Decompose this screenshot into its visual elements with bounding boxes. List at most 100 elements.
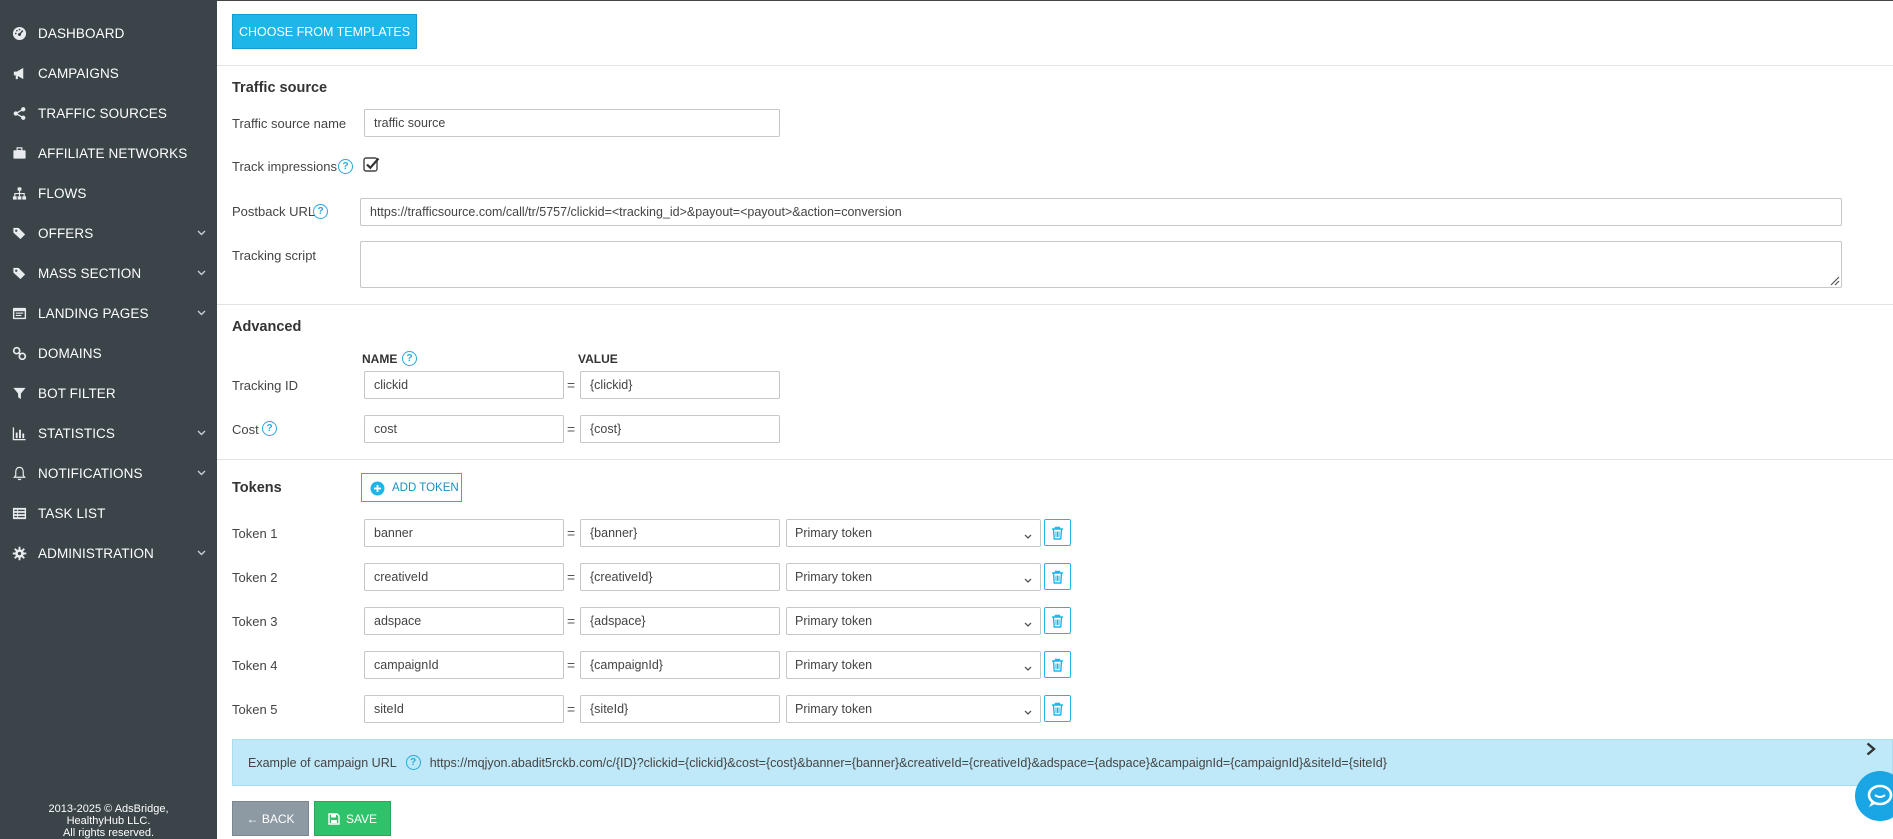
example-url-value: https://mqjyon.abadit5rckb.com/c/{ID}?cl… bbox=[429, 755, 1387, 770]
chevron-down-icon bbox=[196, 308, 206, 318]
track-impressions-label: Track impressions bbox=[232, 159, 337, 174]
sidebar-item-statistics[interactable]: STATISTICS bbox=[0, 413, 217, 453]
track-impressions-checkbox[interactable] bbox=[363, 156, 380, 173]
token-name-input[interactable]: adspace bbox=[364, 607, 564, 635]
token-type-select[interactable]: Primary token bbox=[786, 607, 1041, 635]
sidebar-item-label: OFFERS bbox=[38, 225, 94, 241]
token-value-input[interactable]: {creativeId} bbox=[580, 563, 780, 591]
sidebar-item-label: NOTIFICATIONS bbox=[38, 465, 143, 481]
tokens-title: Tokens bbox=[232, 480, 282, 496]
choose-templates-button[interactable]: CHOOSE FROM TEMPLATES bbox=[232, 14, 417, 49]
sidebar-item-affiliate-networks[interactable]: AFFILIATE NETWORKS bbox=[0, 133, 217, 173]
help-icon[interactable]: ? bbox=[262, 421, 277, 436]
trash-icon bbox=[1052, 658, 1063, 672]
dashboard-icon bbox=[11, 25, 27, 41]
token-type-value: Primary token bbox=[795, 526, 873, 540]
name-column-header: NAME bbox=[362, 352, 398, 366]
token-name-input[interactable]: creativeId bbox=[364, 563, 564, 591]
token-value-input[interactable]: {banner} bbox=[580, 519, 780, 547]
equals-sign: = bbox=[567, 613, 576, 629]
traffic-source-name-input[interactable]: traffic source bbox=[364, 109, 780, 137]
tracking-id-value-input[interactable]: {clickid} bbox=[580, 371, 780, 399]
tracking-script-textarea[interactable] bbox=[360, 241, 1842, 288]
company-text: HealthyHub LLC. bbox=[66, 815, 151, 827]
cost-label: Cost bbox=[232, 422, 259, 437]
trash-icon bbox=[1052, 526, 1063, 540]
sidebar-item-label: FLOWS bbox=[38, 185, 87, 201]
chevron-down-icon bbox=[196, 468, 206, 478]
sidebar-item-administration[interactable]: ADMINISTRATION bbox=[0, 533, 217, 573]
token-value-input[interactable]: {siteId} bbox=[580, 695, 780, 723]
traffic-source-name-label: Traffic source name bbox=[232, 116, 347, 131]
back-button[interactable]: ← BACK bbox=[232, 801, 309, 836]
add-token-label: ADD TOKEN bbox=[392, 481, 459, 494]
help-icon[interactable]: ? bbox=[338, 159, 353, 174]
tags-icon bbox=[11, 265, 27, 281]
token-type-select[interactable]: Primary token bbox=[786, 695, 1041, 723]
delete-token-button[interactable] bbox=[1044, 695, 1071, 722]
sidebar-item-campaigns[interactable]: CAMPAIGNS bbox=[0, 53, 217, 93]
sidebar-item-flows[interactable]: FLOWS bbox=[0, 173, 217, 213]
chevron-down-icon bbox=[1024, 529, 1032, 543]
sidebar-item-label: ADMINISTRATION bbox=[38, 545, 154, 561]
chat-launcher-button[interactable] bbox=[1855, 771, 1893, 821]
delete-token-button[interactable] bbox=[1044, 651, 1071, 678]
bell-icon bbox=[11, 465, 27, 481]
sidebar-item-offers[interactable]: OFFERS bbox=[0, 213, 217, 253]
help-icon[interactable]: ? bbox=[402, 351, 417, 366]
chevron-down-icon bbox=[1024, 661, 1032, 675]
floppy-icon bbox=[328, 812, 340, 825]
token-type-select[interactable]: Primary token bbox=[786, 519, 1041, 547]
sidebar-item-notifications[interactable]: NOTIFICATIONS bbox=[0, 453, 217, 493]
chevron-down-icon bbox=[196, 228, 206, 238]
token-name-input[interactable]: campaignId bbox=[364, 651, 564, 679]
sidebar-footer: 2013-2025 © AdsBridge, HealthyHub LLC. A… bbox=[0, 803, 217, 839]
help-icon[interactable]: ? bbox=[405, 755, 421, 770]
divider bbox=[217, 459, 1893, 460]
sidebar-item-mass-section[interactable]: MASS SECTION bbox=[0, 253, 217, 293]
checkbox-checked-icon bbox=[363, 157, 380, 172]
sidebar-item-domains[interactable]: DOMAINS bbox=[0, 333, 217, 373]
token-value-input[interactable]: {adspace} bbox=[580, 607, 780, 635]
sidebar: DASHBOARD CAMPAIGNS TRAFFIC SOURCES AFFI… bbox=[0, 0, 217, 839]
token-name-input[interactable]: siteId bbox=[364, 695, 564, 723]
token-name-input[interactable]: banner bbox=[364, 519, 564, 547]
divider bbox=[217, 65, 1893, 66]
share-icon bbox=[11, 105, 27, 121]
sidebar-item-label: TRAFFIC SOURCES bbox=[38, 105, 168, 121]
cost-value-input[interactable]: {cost} bbox=[580, 415, 780, 443]
equals-sign: = bbox=[567, 377, 576, 393]
resize-handle-icon[interactable] bbox=[1829, 274, 1840, 286]
token-type-select[interactable]: Primary token bbox=[786, 651, 1041, 679]
delete-token-button[interactable] bbox=[1044, 563, 1071, 590]
token-value-input[interactable]: {campaignId} bbox=[580, 651, 780, 679]
chevron-down-icon bbox=[196, 428, 206, 438]
trash-icon bbox=[1052, 702, 1063, 716]
sidebar-item-dashboard[interactable]: DASHBOARD bbox=[0, 13, 217, 53]
chevron-down-icon bbox=[1024, 573, 1032, 587]
token-type-value: Primary token bbox=[795, 658, 873, 672]
token-label: Token 4 bbox=[232, 658, 278, 673]
token-type-select[interactable]: Primary token bbox=[786, 563, 1041, 591]
postback-url-input[interactable]: https://trafficsource.com/call/tr/5757/c… bbox=[360, 198, 1842, 226]
cost-name-input[interactable]: cost bbox=[364, 415, 564, 443]
token-label: Token 1 bbox=[232, 526, 278, 541]
link-icon bbox=[11, 345, 27, 361]
help-icon[interactable]: ? bbox=[313, 204, 328, 219]
chevron-right-icon[interactable] bbox=[1865, 742, 1877, 756]
equals-sign: = bbox=[567, 657, 576, 673]
delete-token-button[interactable] bbox=[1044, 607, 1071, 634]
sidebar-item-bot-filter[interactable]: BOT FILTER bbox=[0, 373, 217, 413]
divider bbox=[217, 304, 1893, 305]
delete-token-button[interactable] bbox=[1044, 519, 1071, 546]
sidebar-item-task-list[interactable]: TASK LIST bbox=[0, 493, 217, 533]
equals-sign: = bbox=[567, 421, 576, 437]
add-token-button[interactable]: ADD TOKEN bbox=[361, 473, 462, 502]
equals-sign: = bbox=[567, 569, 576, 585]
save-button[interactable]: SAVE bbox=[314, 801, 391, 836]
copyright-text: 2013-2025 © AdsBridge, bbox=[48, 803, 169, 815]
example-url-label: Example of campaign URL bbox=[248, 755, 397, 770]
sidebar-item-traffic-sources[interactable]: TRAFFIC SOURCES bbox=[0, 93, 217, 133]
sidebar-item-landing-pages[interactable]: LANDING PAGES bbox=[0, 293, 217, 333]
tracking-id-name-input[interactable]: clickid bbox=[364, 371, 564, 399]
